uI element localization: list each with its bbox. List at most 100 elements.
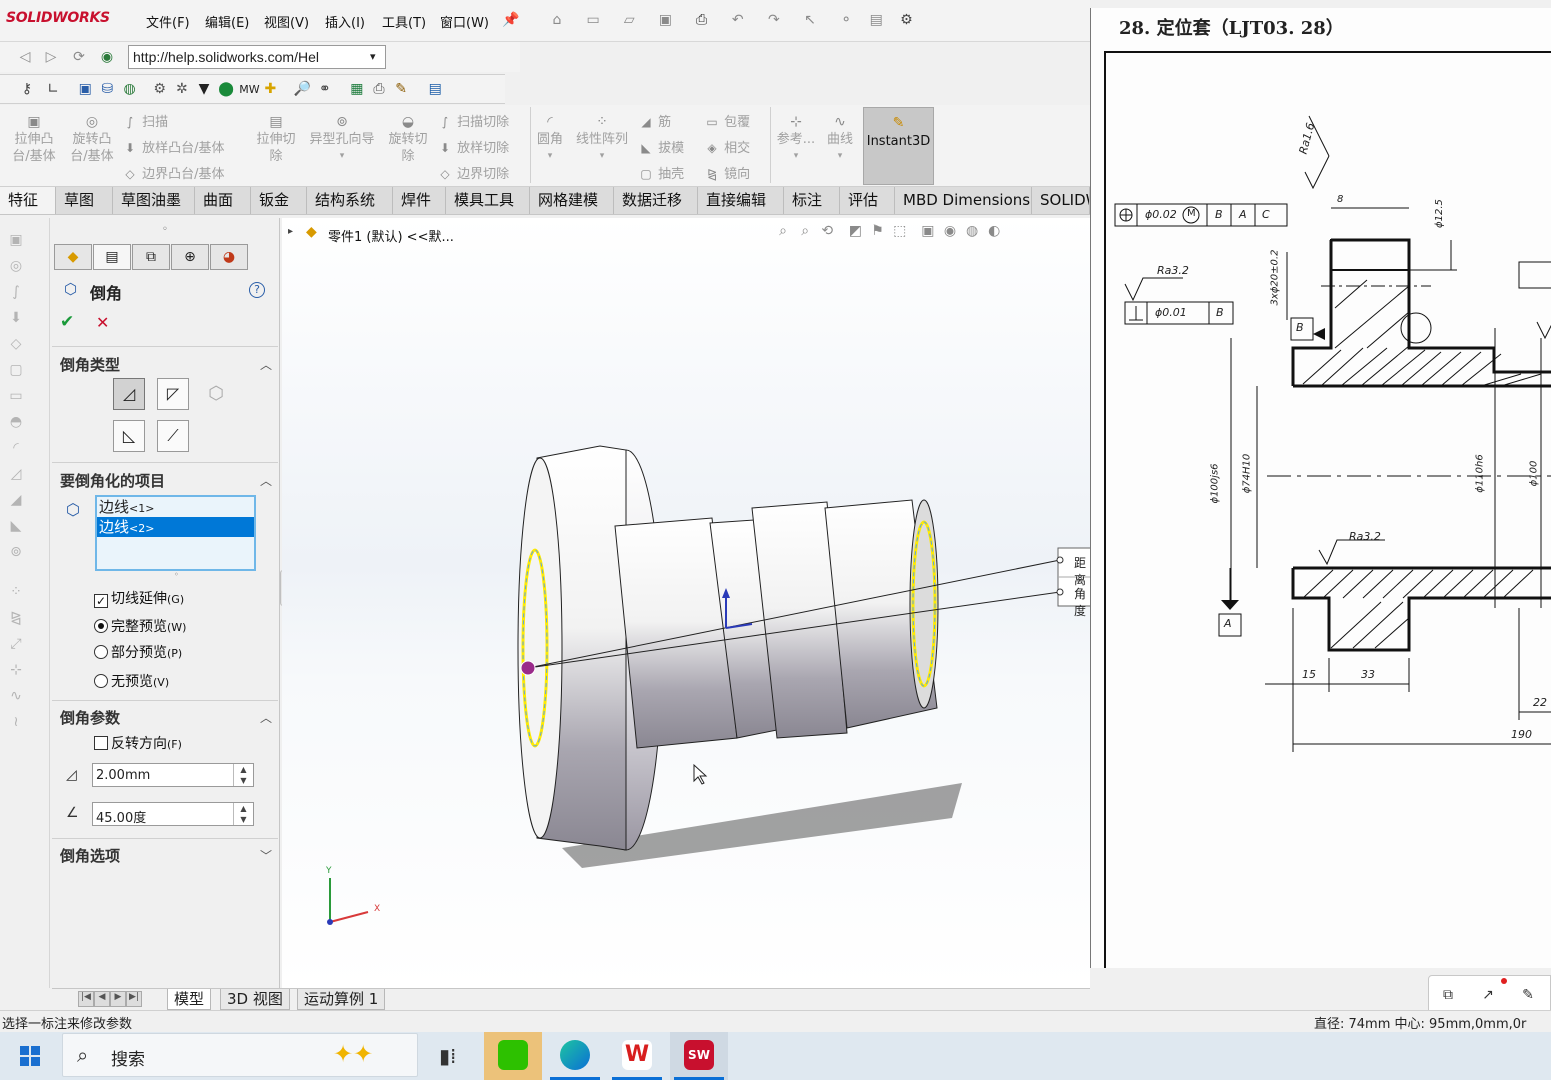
location-icon[interactable]: ⬤: [217, 80, 235, 98]
shell-button[interactable]: ▢ 抽壳: [638, 163, 684, 182]
rib-strip-icon[interactable]: ◢: [6, 492, 26, 512]
zoom-icon[interactable]: 🔎: [294, 80, 312, 98]
forward-icon[interactable]: ▷: [42, 48, 60, 66]
printer-icon[interactable]: ⎙: [370, 80, 388, 98]
extrude-cut-button[interactable]: ▤ 拉伸切 除: [250, 113, 302, 165]
distance-input[interactable]: 2.00mm ▲ ▼: [92, 763, 254, 787]
sweep-strip-icon[interactable]: ∫: [6, 284, 26, 304]
chamfer-strip-icon[interactable]: ◿: [6, 466, 26, 486]
sweep-button[interactable]: ∫ 扫描: [122, 111, 168, 130]
part-model-view[interactable]: [282, 218, 1090, 988]
taskbar-wechat[interactable]: [484, 1032, 542, 1080]
redo-icon[interactable]: ↷: [765, 11, 783, 29]
boundary-strip-icon[interactable]: ◇: [6, 336, 26, 356]
edges-selection-list[interactable]: 边线<1> 边线<2>: [95, 495, 256, 571]
first-tab-icon[interactable]: |◀: [78, 991, 94, 1007]
property-manager-tab-icon[interactable]: ▤: [93, 244, 131, 270]
scale-strip-icon[interactable]: ⤢: [6, 636, 26, 656]
chamfer-type-section-title[interactable]: 倒角类型: [60, 354, 120, 375]
shell-strip-icon[interactable]: ▢: [6, 362, 26, 382]
tangent-propagation-checkbox[interactable]: ✓ 切线延伸(G): [94, 588, 184, 608]
tab-sheet-metal[interactable]: 钣金: [251, 187, 307, 214]
tab-weldments[interactable]: 焊件: [393, 187, 446, 214]
boundary-cut-button[interactable]: ◇ 边界切除: [437, 163, 509, 182]
collapse-chevron-up-icon[interactable]: ︿: [260, 472, 272, 489]
fillet-strip-icon[interactable]: ◜: [6, 440, 26, 460]
boundary-boss-button[interactable]: ◇ 边界凸台/基体: [122, 163, 224, 182]
loft-cut-button[interactable]: ⬇ 放样切除: [437, 137, 509, 156]
tab-markup[interactable]: 标注: [784, 187, 840, 214]
curve-strip-icon[interactable]: ∿: [6, 688, 26, 708]
revolve-boss-button[interactable]: ◎ 旋转凸 台/基体: [66, 113, 118, 165]
taskbar-edge[interactable]: [546, 1032, 604, 1080]
freeform-strip-icon[interactable]: ≀: [6, 714, 26, 734]
tab-model[interactable]: 模型: [167, 989, 212, 1010]
mirror-strip-icon[interactable]: ⧎: [6, 610, 26, 630]
chamfer-handle-icon[interactable]: [520, 660, 536, 676]
tab-features[interactable]: 特征: [0, 187, 56, 214]
rib-button[interactable]: ◢ 筋: [638, 111, 671, 130]
angle-input[interactable]: 45.00度 ▲ ▼: [92, 802, 254, 826]
network-icon[interactable]: ⛁: [98, 80, 116, 98]
draft-button[interactable]: ◣ 拔模: [638, 137, 684, 156]
list-item[interactable]: 边线<2>: [97, 517, 254, 537]
dimxpert-tab-icon[interactable]: ⊕: [171, 244, 209, 270]
settings-gear-icon[interactable]: ⚙: [151, 80, 169, 98]
display-manager-tab-icon[interactable]: ◕: [210, 244, 248, 270]
tab-motion-study[interactable]: 运动算例 1: [297, 989, 386, 1010]
configuration-manager-tab-icon[interactable]: ⧉: [132, 244, 170, 270]
angle-distance-type-icon[interactable]: ◿: [113, 378, 145, 410]
home-icon[interactable]: ⌂: [548, 11, 566, 29]
curves-button[interactable]: ∿ 曲线 ▾: [822, 113, 858, 165]
distance-distance-type-icon[interactable]: ◸: [157, 378, 189, 410]
tab-data-migration[interactable]: 数据迁移: [614, 187, 698, 214]
cup-icon[interactable]: ▼: [195, 80, 213, 98]
tab-surfaces[interactable]: 曲面: [195, 187, 251, 214]
vertex-type-icon[interactable]: ⬡: [202, 380, 230, 408]
tab-direct-editing[interactable]: 直接编辑: [698, 187, 784, 214]
mirror-button[interactable]: ⧎ 镜向: [704, 163, 750, 182]
chamfer-options-section-title[interactable]: 倒角选项: [60, 845, 120, 866]
rebuild-icon[interactable]: ⚬: [837, 11, 855, 29]
no-preview-radio[interactable]: 无预览(V): [94, 671, 169, 691]
collapse-chevron-up-icon[interactable]: ︿: [260, 356, 272, 373]
tab-3d-views[interactable]: 3D 视图: [220, 989, 290, 1010]
taskbar-wps[interactable]: W: [608, 1032, 666, 1080]
globe-icon[interactable]: ◍: [121, 80, 139, 98]
callout-distance-label[interactable]: 距离: [1074, 554, 1090, 588]
print-icon[interactable]: ⎙: [693, 11, 711, 29]
expand-chevron-down-icon[interactable]: ﹀: [260, 847, 272, 864]
offset-face-type-icon[interactable]: ◺: [113, 420, 145, 452]
screenshot-icon[interactable]: ⧉: [1439, 986, 1457, 1004]
draft-strip-icon[interactable]: ◣: [6, 518, 26, 538]
cancel-button[interactable]: ✕: [96, 313, 109, 332]
back-icon[interactable]: ◁: [16, 48, 34, 66]
feature-manager-tab-icon[interactable]: ◆: [54, 244, 92, 270]
windows-start-icon[interactable]: [20, 1046, 40, 1066]
menu-window[interactable]: 窗口(W): [440, 12, 489, 31]
hole-wizard-button[interactable]: ⊚ 异型孔向导 ▾: [305, 113, 379, 165]
angle-icon[interactable]: ∟: [44, 80, 62, 98]
face-face-type-icon[interactable]: ⟋: [157, 420, 189, 452]
menu-edit[interactable]: 编辑(E): [205, 12, 249, 31]
graphics-area[interactable]: ▸ ◆ 零件1 (默认) <<默... ⌕ ⌕ ⟲ ◩ ⚑ ⬚ ▣ ◉ ◍ ◐: [282, 218, 1090, 988]
collapse-chevron-up-icon[interactable]: ︿: [260, 709, 272, 726]
binoculars-icon[interactable]: ⚭: [316, 80, 334, 98]
reverse-direction-checkbox[interactable]: 反转方向(F): [94, 733, 182, 753]
go-icon[interactable]: ◉: [98, 48, 116, 66]
prev-tab-icon[interactable]: ◀: [94, 991, 110, 1007]
new-doc-icon[interactable]: ✎: [392, 80, 410, 98]
tab-structure-system[interactable]: 结构系统: [307, 187, 393, 214]
cog-icon[interactable]: ✲: [173, 80, 191, 98]
menu-file[interactable]: 文件(F): [146, 12, 190, 31]
select-icon[interactable]: ↖: [801, 11, 819, 29]
next-tab-icon[interactable]: ▶: [110, 991, 126, 1007]
items-to-chamfer-section-title[interactable]: 要倒角化的项目: [60, 470, 165, 491]
list-item[interactable]: 边线<1>: [97, 497, 254, 517]
key-icon[interactable]: ⚷: [18, 80, 36, 98]
reference-strip-icon[interactable]: ⊹: [6, 662, 26, 682]
tab-sketch-ink[interactable]: 草图油墨: [113, 187, 195, 214]
ok-button[interactable]: ✔: [60, 312, 74, 332]
new-file-icon[interactable]: ▭: [584, 11, 602, 29]
reference-geometry-button[interactable]: ⊹ 参考... ▾: [774, 113, 818, 165]
